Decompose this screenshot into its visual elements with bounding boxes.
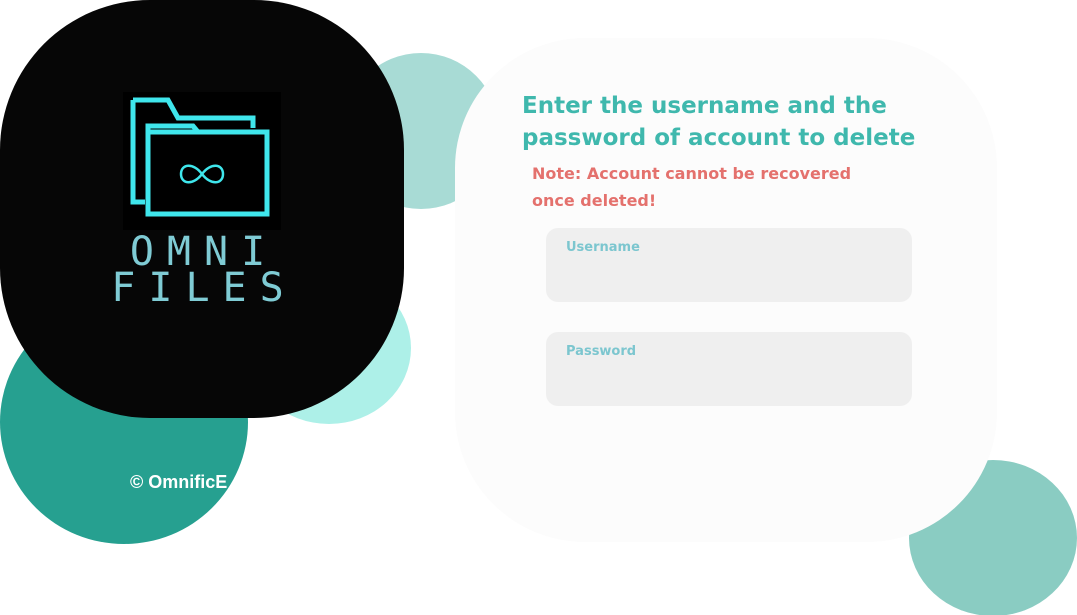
copyright-text: © OmnificE [130,472,228,492]
password-input[interactable] [566,366,892,394]
delete-account-screen: OMNI FILES © OmnificE Enter the username… [0,0,1077,615]
password-label: Password [566,344,637,359]
logo-text-files: FILES [111,265,297,311]
password-field[interactable]: Password [546,332,912,406]
warning-note: Note: Account cannot be recovered once d… [532,164,852,210]
username-label: Username [566,240,640,255]
username-field[interactable]: Username [546,228,912,302]
username-input[interactable] [566,262,892,290]
folder-infinity-icon [123,92,281,230]
page-title: Enter the username and the password of a… [522,93,916,151]
logo-card: OMNI FILES [0,0,404,418]
